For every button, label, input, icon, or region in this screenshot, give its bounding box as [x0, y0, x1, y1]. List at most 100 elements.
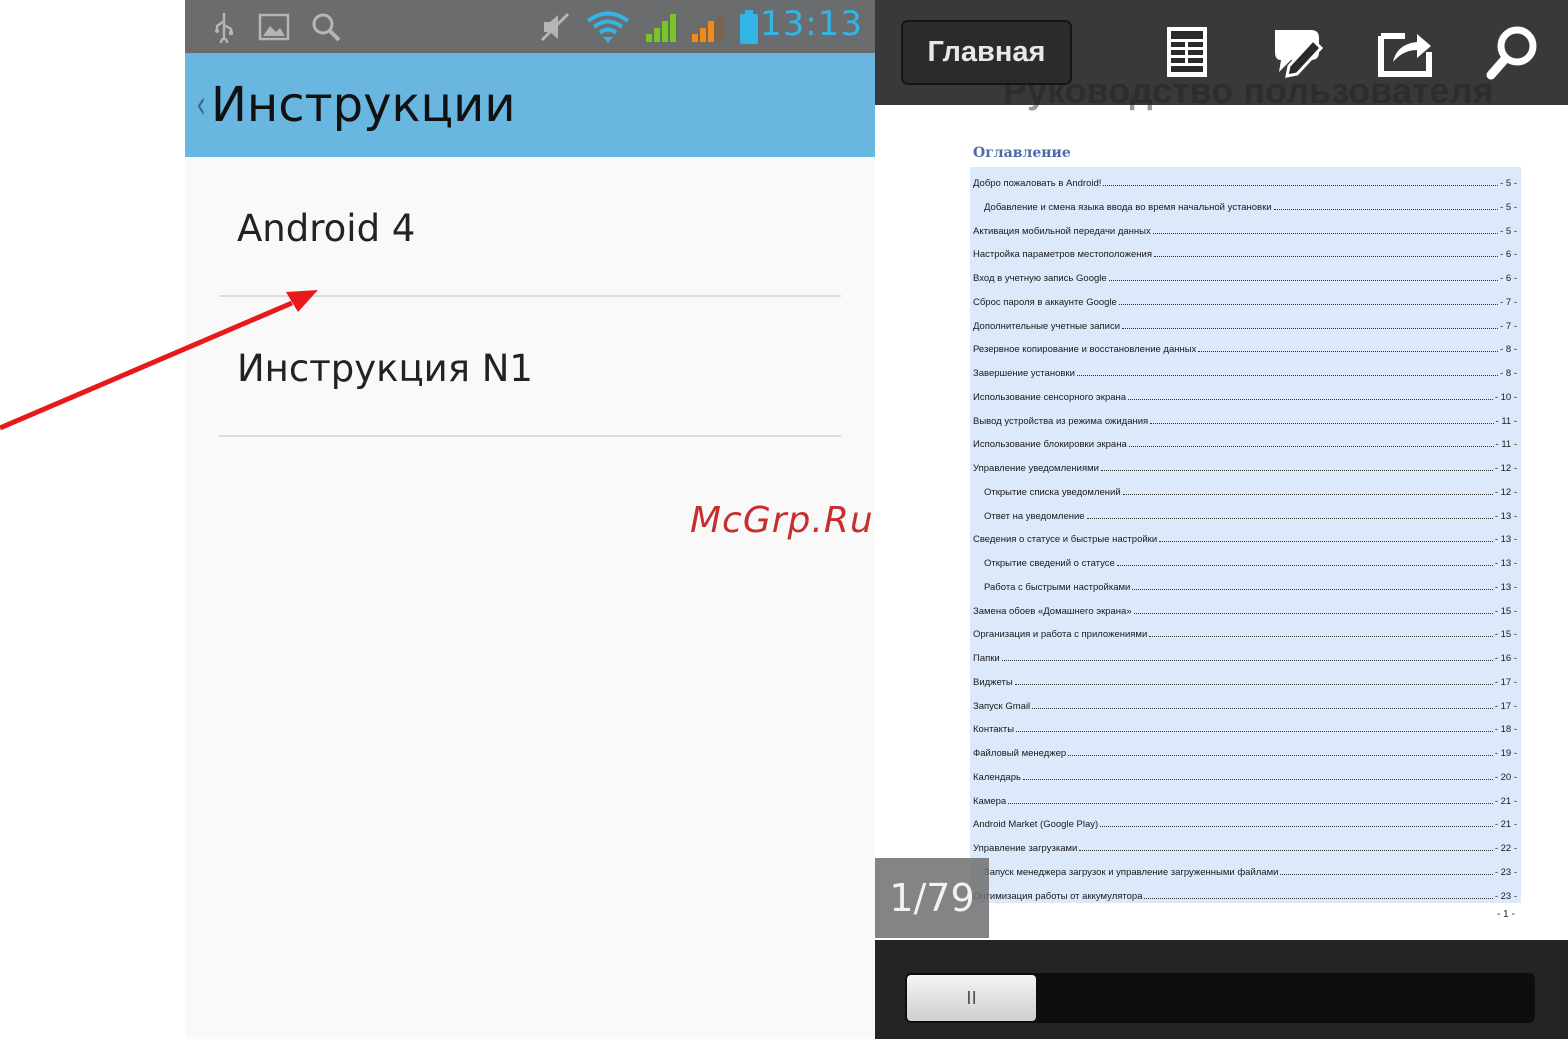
page-title: Инструкции [211, 77, 516, 133]
toc-entry[interactable]: Дополнительные учетные записи - 7 - [970, 310, 1517, 332]
toc-entry[interactable]: Организация и работа с приложениями - 15 … [970, 618, 1517, 640]
toc-entry[interactable]: Замена обоев «Домашнего экрана» - 15 - [970, 595, 1517, 617]
toc-leader-dots [1198, 351, 1499, 353]
toc-leader-dots [1280, 873, 1493, 875]
toc-leader-dots [1153, 256, 1499, 258]
toc-entry[interactable]: Оптимизация работы от аккумулятора - 23 - [970, 880, 1517, 902]
toc-entry[interactable]: Календарь - 20 - [970, 761, 1517, 783]
toc-leader-dots [1001, 660, 1493, 661]
toc-entry[interactable]: Резервное копирование и восстановление д… [970, 333, 1517, 355]
toc-entry-page: - 7 - [1500, 296, 1517, 308]
toc-entry-page: - 13 - [1494, 581, 1517, 593]
list-item-android-4[interactable]: Android 4 [219, 157, 841, 297]
toc-leader-dots [1122, 493, 1493, 495]
toc-entry[interactable]: Управление уведомлениями - 12 - [970, 452, 1517, 474]
toc-entry-title: Папки [973, 653, 1000, 664]
toc-entry[interactable]: Вход в учетную запись Google - 6 - [970, 262, 1517, 284]
toc-entry-title: Настройка параметров местоположения [973, 249, 1152, 261]
toc-entry[interactable]: Папки - 16 - [970, 642, 1517, 664]
toc-entry-page: - 20 - [1494, 771, 1517, 783]
table-of-contents-icon[interactable] [1157, 22, 1217, 82]
toc-entry[interactable]: Файловый менеджер - 19 - [970, 737, 1517, 759]
toc-leader-dots [1014, 683, 1493, 685]
toc-entry-title: Добавление и смена языка ввода во время … [984, 201, 1272, 213]
toc-entry[interactable]: Открытие списка уведомлений - 12 - [970, 476, 1517, 498]
toc-entry-title: Календарь [973, 771, 1021, 783]
toc-leader-dots [1128, 398, 1493, 400]
toc-entry-page: - 6 - [1500, 249, 1517, 261]
search-icon [309, 8, 343, 46]
toc-entry-page: - 19 - [1494, 748, 1517, 759]
toc-entry-page: - 23 - [1494, 866, 1517, 878]
toc-entry-page: - 16 - [1494, 653, 1517, 664]
toc-entry-title: Дополнительные учетные записи [973, 320, 1121, 332]
toc-entry-title: Контакты [973, 724, 1015, 736]
toc-entry[interactable]: Настройка параметров местоположения - 6 - [970, 238, 1517, 260]
toc-entry-title: Ответ на уведомление [984, 510, 1085, 522]
toc-leader-dots [1086, 517, 1493, 519]
toc-leader-dots [1076, 375, 1499, 376]
document-reader-screen: Главная Руководство пользователя Оглавле… [875, 0, 1568, 1039]
seek-thumb[interactable]: II [907, 975, 1036, 1021]
toc-entry[interactable]: Вывод устройства из режима ожидания - 11 … [970, 405, 1517, 427]
toc-entry-title: Организация и работа с приложениями [973, 629, 1148, 641]
toc-entry[interactable]: Контакты - 18 - [970, 713, 1517, 735]
list-item-instruction-n1[interactable]: Инструкция N1 [219, 297, 841, 437]
toc-leader-dots [1152, 232, 1499, 234]
toc-entry-page: - 18 - [1494, 724, 1517, 736]
list-item-label: Инструкция N1 [237, 347, 533, 390]
toc-entry[interactable]: Использование сенсорного экрана - 10 - [970, 381, 1517, 403]
home-button[interactable]: Главная [901, 20, 1072, 85]
toc-entry[interactable]: Камера - 21 - [970, 785, 1517, 807]
toc-entry-title: Завершение установки [973, 368, 1075, 379]
toc-entry-page: - 8 - [1500, 368, 1517, 379]
toc-leader-dots [1144, 897, 1493, 899]
search-icon[interactable] [1483, 22, 1543, 82]
toc-entry[interactable]: Управление загрузками - 22 - [970, 832, 1517, 854]
toc-entry-page: - 15 - [1494, 605, 1517, 617]
toc-entry-title: Камера [973, 795, 1007, 807]
toc-entry-title: Управление загрузками [973, 843, 1078, 854]
toc-entry-page: - 17 - [1494, 700, 1517, 712]
status-time: 13:13 [760, 4, 863, 44]
document-page[interactable]: Оглавление Добро пожаловать в Android! - … [875, 105, 1568, 940]
share-icon[interactable] [1375, 22, 1435, 82]
toc-entry-page: - 7 - [1500, 320, 1517, 332]
back-chevron-icon[interactable]: ‹ [196, 82, 206, 128]
toc-entry[interactable]: Работа с быстрыми настройками - 13 - [970, 571, 1517, 593]
toc-entry-page: - 6 - [1500, 273, 1517, 284]
toc-entry[interactable]: Виджеты - 17 - [970, 666, 1517, 688]
toc-entry-title: Вывод устройства из режима ожидания [973, 415, 1149, 427]
toc-leader-dots [1103, 185, 1499, 186]
toc-entry[interactable]: Добавление и смена языка ввода во время … [970, 191, 1517, 213]
toc-leader-dots [1132, 588, 1493, 590]
toc-entry[interactable]: Завершение установки - 8 - [970, 357, 1517, 379]
toc-entry-page: - 22 - [1494, 843, 1517, 854]
toc-entry-page: - 5 - [1500, 178, 1517, 189]
toc-entry-title: Сброс пароля в аккаунте Google [973, 296, 1117, 308]
toc-entry-title: Запуск Gmail [973, 700, 1031, 712]
toc-entry-page: - 10 - [1494, 391, 1517, 403]
toc-entry[interactable]: Добро пожаловать в Android! - 5 - [970, 167, 1517, 189]
toc-entry[interactable]: Использование блокировки экрана - 11 - [970, 428, 1517, 450]
toc-entry-page: - 11 - [1495, 439, 1517, 451]
toc-entry[interactable]: Запуск Gmail - 17 - [970, 690, 1517, 712]
toc-leader-dots [1016, 731, 1493, 733]
toc-entry[interactable]: Android Market (Google Play) - 21 - [970, 808, 1517, 830]
toc-entry-title: Оптимизация работы от аккумулятора [973, 890, 1143, 902]
toc-entry-title: Использование сенсорного экрана [973, 391, 1127, 403]
toc-entry[interactable]: Сброс пароля в аккаунте Google - 7 - [970, 286, 1517, 308]
toc-entry-title: Управление уведомлениями [973, 463, 1099, 474]
mute-icon [537, 8, 573, 46]
wifi-icon [585, 8, 631, 46]
toc-entry[interactable]: Сведения о статусе и быстрые настройки - … [970, 523, 1517, 545]
toc-entry[interactable]: Открытие сведений о статусе - 13 - [970, 547, 1517, 569]
toc-entry[interactable]: Активация мобильной передачи данных - 5 - [970, 215, 1517, 237]
page-seek-bar[interactable]: II [905, 973, 1535, 1023]
toc-leader-dots [1022, 778, 1493, 780]
toc-leader-dots [1100, 826, 1493, 828]
toc-entry[interactable]: Запуск менеджера загрузок и управление з… [970, 856, 1517, 878]
annotate-icon[interactable] [1267, 22, 1327, 82]
toc-entry[interactable]: Ответ на уведомление - 13 - [970, 500, 1517, 522]
signal-icon [641, 8, 681, 46]
